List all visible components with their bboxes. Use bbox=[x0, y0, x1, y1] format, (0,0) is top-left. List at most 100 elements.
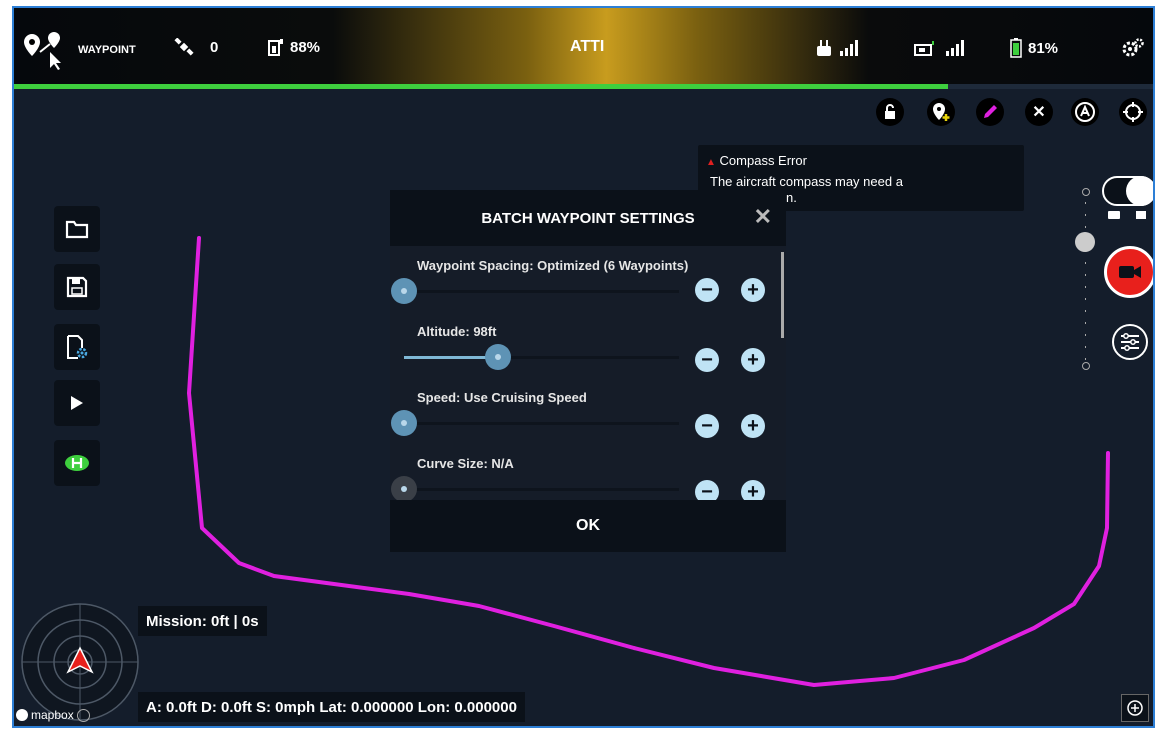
crosshair-icon bbox=[1123, 102, 1143, 122]
waypoint-spacing-row: Waypoint Spacing: Optimized (6 Waypoints… bbox=[390, 258, 770, 320]
speed-row: Speed: Use Cruising Speed − + bbox=[390, 390, 770, 452]
curve-size-label: Curve Size: N/A bbox=[417, 456, 514, 471]
close-icon: ✕ bbox=[1032, 104, 1046, 121]
mapbox-attribution[interactable]: mapbox bbox=[16, 708, 90, 722]
edit-pencil-icon bbox=[984, 105, 997, 118]
home-point-button[interactable] bbox=[54, 440, 100, 486]
speed-label: Speed: Use Cruising Speed bbox=[417, 390, 587, 405]
curve-size-slider[interactable] bbox=[391, 476, 679, 502]
plus-icon: + bbox=[747, 279, 759, 301]
clear-button[interactable]: ✕ bbox=[1025, 98, 1053, 126]
lock-button[interactable] bbox=[876, 98, 904, 126]
aircraft-battery-status: 81% bbox=[1010, 38, 1058, 58]
mission-settings-icon bbox=[67, 335, 88, 359]
play-icon bbox=[71, 396, 83, 410]
altitude-slider[interactable] bbox=[404, 344, 679, 370]
home-icon bbox=[65, 455, 89, 471]
close-icon[interactable]: ✕ bbox=[754, 204, 772, 230]
save-mission-button[interactable] bbox=[54, 264, 100, 310]
folder-icon bbox=[65, 220, 89, 239]
auto-icon bbox=[1075, 102, 1095, 122]
plus-circle-icon bbox=[1127, 700, 1143, 716]
decrease-altitude-button[interactable]: − bbox=[695, 348, 719, 372]
plus-icon: + bbox=[747, 349, 759, 371]
map-zoom-button[interactable] bbox=[1121, 694, 1149, 722]
flight-mode: ATTI bbox=[570, 38, 605, 55]
dialog-title: BATCH WAYPOINT SETTINGS bbox=[481, 209, 695, 227]
minus-icon: − bbox=[701, 415, 713, 437]
rc-signal-status bbox=[816, 38, 862, 58]
ok-button[interactable]: OK bbox=[390, 500, 786, 552]
rc-signal-icon bbox=[817, 40, 858, 56]
lock-icon bbox=[885, 104, 895, 119]
satellite-count: 0 bbox=[210, 38, 219, 56]
sliders-icon bbox=[1121, 333, 1139, 351]
warning-line-1: The aircraft compass may need a bbox=[710, 174, 903, 189]
waypoint-spacing-label: Waypoint Spacing: Optimized (6 Waypoints… bbox=[417, 258, 689, 273]
add-waypoint-icon bbox=[933, 103, 950, 121]
speed-slider[interactable] bbox=[391, 410, 679, 436]
increase-altitude-button[interactable]: + bbox=[741, 348, 765, 372]
top-status-bar: WAYPOINT 0 88% ATTI 81% bbox=[14, 8, 1153, 84]
photo-icon bbox=[1108, 211, 1120, 219]
satellite-status: 0 bbox=[174, 38, 218, 56]
zoom-slider-knob[interactable] bbox=[1075, 232, 1095, 252]
increase-spacing-button[interactable]: + bbox=[741, 278, 765, 302]
warning-title-row: ▲ Compass Error bbox=[706, 153, 807, 168]
aircraft-battery-value: 81% bbox=[1028, 39, 1059, 57]
video-signal-icon bbox=[914, 40, 964, 56]
waypoint-spacing-slider[interactable] bbox=[391, 278, 679, 304]
slider-knob[interactable] bbox=[391, 278, 417, 304]
mission-settings-button[interactable] bbox=[54, 324, 100, 370]
dialog-scrollbar[interactable] bbox=[781, 252, 784, 338]
minus-icon: − bbox=[701, 349, 713, 371]
warning-title: Compass Error bbox=[719, 153, 807, 168]
mapbox-logo-icon bbox=[16, 709, 28, 721]
altitude-row: Altitude: 98ft − + bbox=[390, 324, 770, 386]
telemetry-readout: A: 0.0ft D: 0.0ft S: 0mph Lat: 0.000000 … bbox=[138, 692, 525, 722]
video-camera-icon bbox=[1119, 266, 1141, 278]
plus-icon: + bbox=[747, 415, 759, 437]
slider-knob[interactable] bbox=[391, 476, 417, 502]
rc-battery-value: 88% bbox=[290, 38, 321, 56]
edit-button[interactable] bbox=[976, 98, 1004, 126]
mission-summary: Mission: 0ft | 0s bbox=[138, 606, 267, 636]
record-button[interactable] bbox=[1104, 246, 1153, 298]
waypoint-mode-icon bbox=[24, 32, 61, 70]
recenter-button[interactable] bbox=[1119, 98, 1147, 126]
battery-icon bbox=[1010, 38, 1022, 58]
minus-icon: − bbox=[701, 279, 713, 301]
zoom-slider[interactable] bbox=[1075, 188, 1095, 370]
camera-mode-toggle[interactable] bbox=[1102, 176, 1153, 206]
video-signal-status bbox=[914, 38, 970, 58]
auto-button[interactable] bbox=[1071, 98, 1099, 126]
open-mission-button[interactable] bbox=[54, 206, 100, 252]
camera-settings-button[interactable] bbox=[1112, 324, 1148, 360]
decrease-spacing-button[interactable]: − bbox=[695, 278, 719, 302]
top-progress-fill bbox=[14, 84, 948, 89]
warning-line-2: n. bbox=[786, 190, 797, 205]
app-frame: WAYPOINT 0 88% ATTI 81% ✕ ▲ Compass Erro… bbox=[12, 6, 1155, 728]
slider-knob[interactable] bbox=[391, 410, 417, 436]
decrease-speed-button[interactable]: − bbox=[695, 414, 719, 438]
settings-gear-icon bbox=[1122, 38, 1144, 57]
mode-label: WAYPOINT bbox=[78, 44, 136, 56]
mapbox-label: mapbox bbox=[31, 708, 74, 722]
add-waypoint-button[interactable] bbox=[927, 98, 955, 126]
settings-button[interactable] bbox=[1122, 38, 1144, 58]
top-progress-bar bbox=[14, 84, 1153, 89]
batch-waypoint-dialog: BATCH WAYPOINT SETTINGS ✕ Waypoint Spaci… bbox=[390, 190, 786, 552]
controller-battery-icon bbox=[268, 39, 283, 56]
slider-knob[interactable] bbox=[484, 344, 511, 370]
dialog-header: BATCH WAYPOINT SETTINGS ✕ bbox=[390, 190, 786, 246]
satellite-icon bbox=[174, 38, 194, 56]
video-mode-icon bbox=[1136, 211, 1146, 219]
warning-icon: ▲ bbox=[706, 157, 716, 168]
start-mission-button[interactable] bbox=[54, 380, 100, 426]
increase-speed-button[interactable]: + bbox=[741, 414, 765, 438]
save-icon bbox=[66, 276, 88, 298]
altitude-label: Altitude: 98ft bbox=[417, 324, 497, 339]
rc-battery-status: 88% bbox=[268, 38, 320, 56]
mode-indicator[interactable]: WAYPOINT bbox=[24, 30, 136, 70]
info-icon[interactable] bbox=[76, 708, 90, 722]
